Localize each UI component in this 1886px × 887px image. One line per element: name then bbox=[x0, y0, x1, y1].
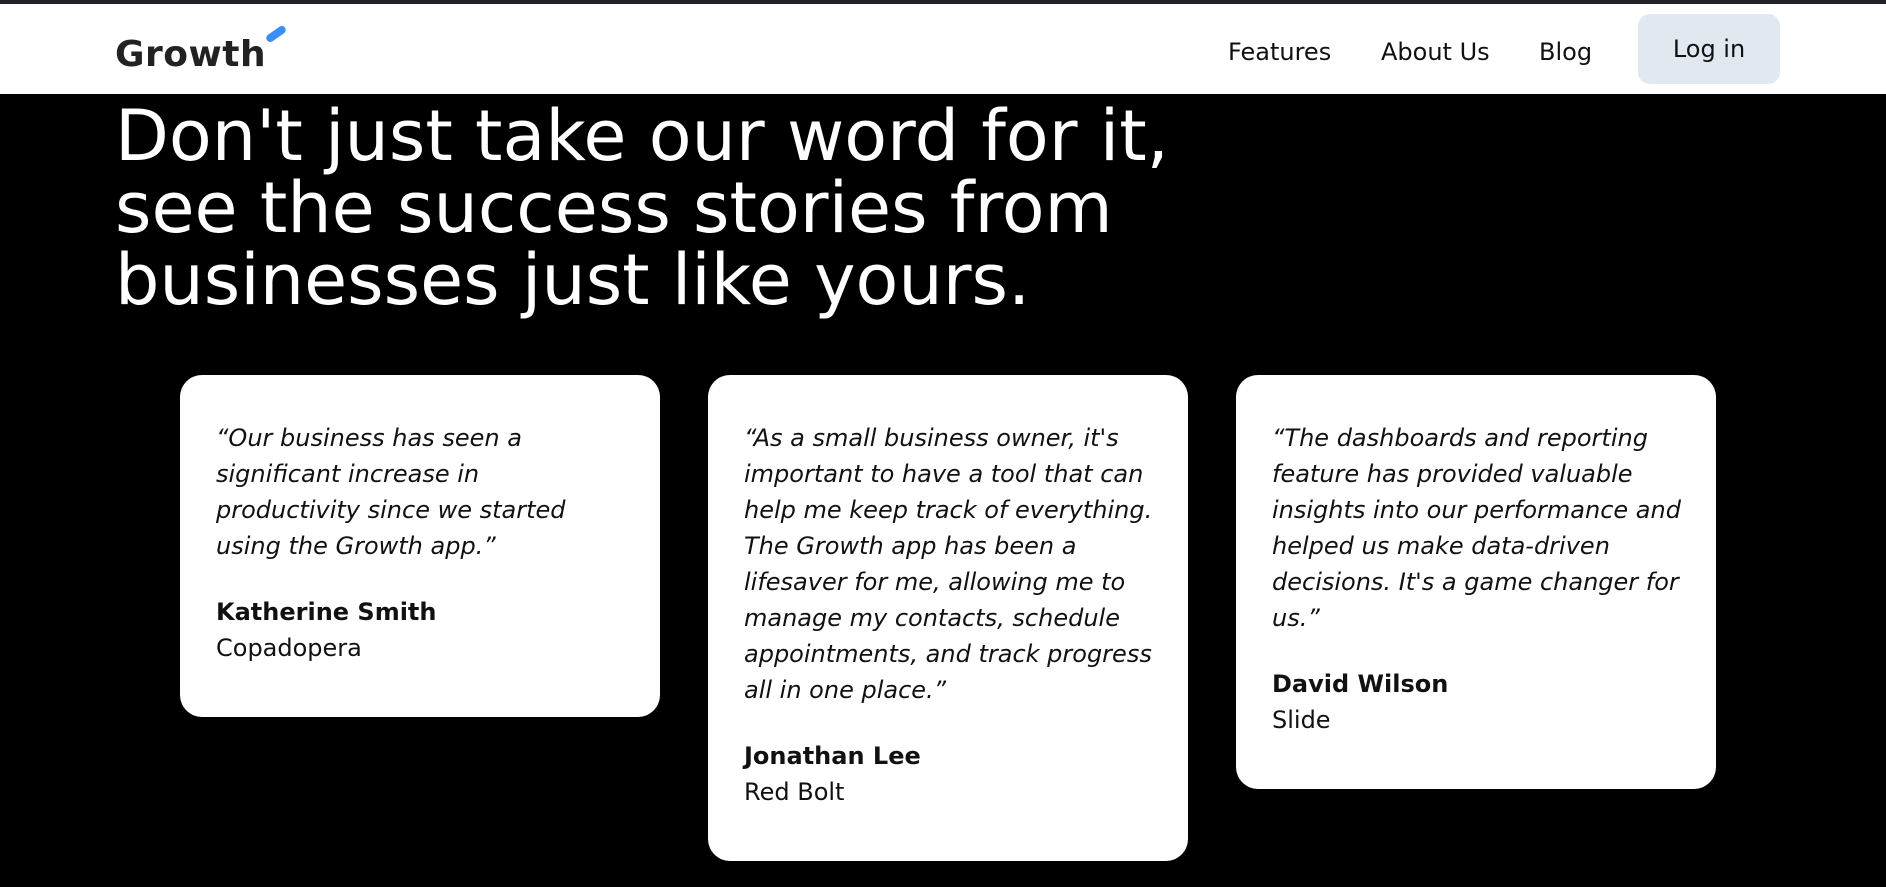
nav-link-features[interactable]: Features bbox=[1228, 38, 1331, 66]
testimonial-author: David Wilson bbox=[1272, 670, 1449, 698]
testimonial-company: Red Bolt bbox=[744, 778, 845, 806]
logo-accent-mark bbox=[264, 24, 288, 44]
nav-link-about-us[interactable]: About Us bbox=[1381, 38, 1490, 66]
testimonial-author: Katherine Smith bbox=[216, 598, 437, 626]
hero-heading: Don't just take our word for it, see the… bbox=[115, 100, 1265, 316]
testimonial-company: Copadopera bbox=[216, 634, 362, 662]
testimonial-card: “The dashboards and reporting feature ha… bbox=[1236, 375, 1716, 789]
brand-logo[interactable]: Growth bbox=[115, 34, 266, 75]
login-button[interactable]: Log in bbox=[1638, 14, 1780, 84]
testimonial-quote: “Our business has seen a significant inc… bbox=[216, 424, 566, 560]
testimonial-quote: “The dashboards and reporting feature ha… bbox=[1272, 424, 1681, 632]
hero-heading-line-3: businesses just like yours. bbox=[115, 239, 1031, 321]
nav-link-blog[interactable]: Blog bbox=[1539, 38, 1592, 66]
site-header: Growth Features About Us Blog Log in bbox=[0, 4, 1886, 94]
testimonial-card: “Our business has seen a significant inc… bbox=[180, 375, 660, 717]
hero-heading-line-1: Don't just take our word for it, bbox=[115, 95, 1169, 177]
hero-heading-line-2: see the success stories from bbox=[115, 167, 1113, 249]
testimonial-company: Slide bbox=[1272, 706, 1331, 734]
testimonial-card: “As a small business owner, it's importa… bbox=[708, 375, 1188, 861]
testimonial-author: Jonathan Lee bbox=[744, 742, 921, 770]
testimonial-quote: “As a small business owner, it's importa… bbox=[744, 424, 1153, 704]
